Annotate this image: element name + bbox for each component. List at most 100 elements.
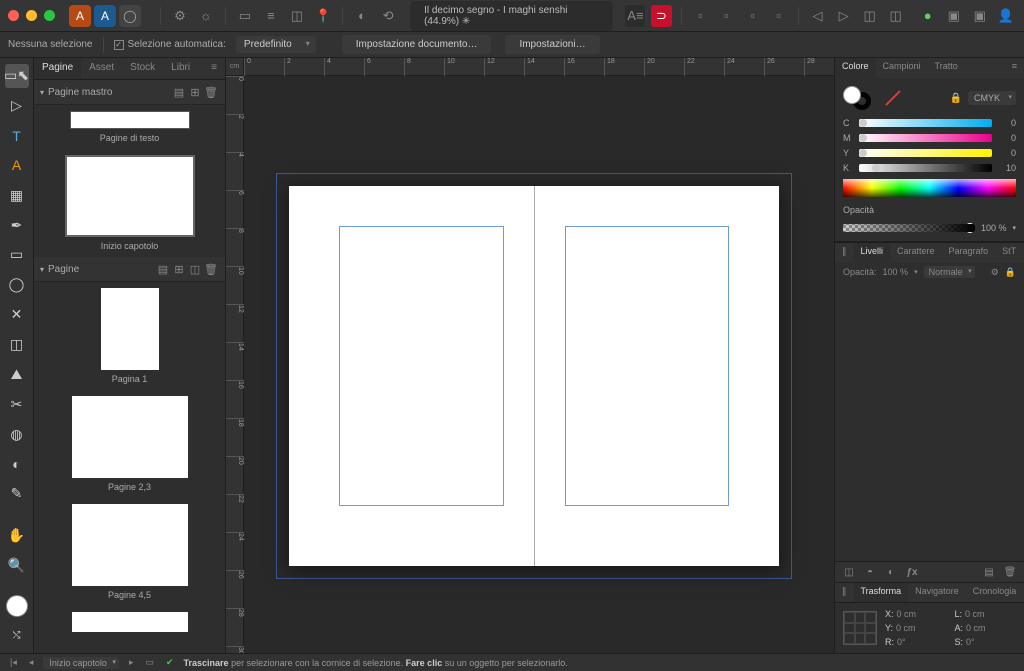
vector-crop-tool-icon[interactable]: ✂ xyxy=(5,392,29,416)
tab-asset[interactable]: Asset xyxy=(81,58,122,79)
layers-list[interactable] xyxy=(835,282,1024,502)
page-thumb-next[interactable] xyxy=(34,606,225,638)
tab-navigatore[interactable]: Navigatore xyxy=(908,583,966,602)
chevron-down-icon[interactable]: ▾ xyxy=(914,268,918,276)
tab-livelli[interactable]: Livelli xyxy=(854,243,891,262)
maximize-window[interactable] xyxy=(44,10,55,21)
page-right[interactable] xyxy=(534,186,779,566)
edit-all-icon[interactable]: ◫ xyxy=(841,565,857,579)
next-page-icon[interactable]: ▸ xyxy=(127,657,136,668)
document-setup-button[interactable]: Impostazione documento… xyxy=(342,35,492,54)
text-wrap-icon[interactable]: ▭ xyxy=(235,5,255,27)
gear-icon[interactable]: ⚙ xyxy=(991,267,999,278)
flip-h-icon[interactable]: ◁ xyxy=(808,5,828,27)
pen-tool-icon[interactable]: ✒ xyxy=(5,213,29,237)
panel-toggle-2-icon[interactable]: ▣ xyxy=(970,5,990,27)
snapping-icon[interactable]: ⊃ xyxy=(651,5,671,27)
layer-opacity-value[interactable]: 100 % xyxy=(883,267,909,277)
page-thumb-1[interactable]: Pagina 1 xyxy=(34,282,225,390)
delete-master-icon[interactable]: 🗑 xyxy=(203,84,219,100)
auto-select-checkbox[interactable]: ✓ Selezione automatica: xyxy=(114,39,226,50)
slider-y[interactable]: Y 0 xyxy=(843,148,1016,158)
spread-selector[interactable]: Inizio capotolo xyxy=(43,657,119,669)
master-pages-header[interactable]: ▾ Pagine mastro ▤ ⊞ 🗑 xyxy=(34,80,225,105)
page-props-icon[interactable]: ▤ xyxy=(155,261,171,277)
slider-k[interactable]: K 10 xyxy=(843,163,1016,173)
sync-icon[interactable]: ● xyxy=(918,5,938,27)
arrange-backward-icon[interactable]: ▫ xyxy=(716,5,736,27)
slider-m[interactable]: M 0 xyxy=(843,133,1016,143)
color-picker-tool-icon[interactable]: ✎ xyxy=(5,482,29,506)
arrange-forward-icon[interactable]: ▫ xyxy=(743,5,763,27)
artistic-text-tool-icon[interactable]: A xyxy=(5,154,29,178)
color-mode-dropdown[interactable]: CMYK xyxy=(968,91,1016,105)
color-wells[interactable] xyxy=(843,86,873,110)
place-image-tool-icon[interactable]: ⛰ xyxy=(5,362,29,386)
ruler-tab-icon[interactable]: ∥ xyxy=(835,583,854,602)
page-left[interactable] xyxy=(289,186,534,566)
arrange-back-icon[interactable]: ▫ xyxy=(690,5,710,27)
color-spectrum[interactable] xyxy=(843,179,1016,197)
photo-persona-icon[interactable]: ◯ xyxy=(119,5,141,27)
anchor-point-selector[interactable] xyxy=(843,611,877,645)
move-tool-icon[interactable]: ▭⬉ xyxy=(5,64,29,88)
page-thumb-23[interactable]: Pagine 2,3 xyxy=(34,390,225,498)
ruler-vertical[interactable]: 024681012141618202224262830 xyxy=(226,76,244,653)
page-thumb-45[interactable]: Pagine 4,5 xyxy=(34,498,225,606)
prev-page-icon[interactable]: ◂ xyxy=(27,657,36,668)
add-master-icon[interactable]: ⊞ xyxy=(187,84,203,100)
baseline-icon[interactable]: ≡ xyxy=(261,5,281,27)
sun-icon[interactable]: ☼ xyxy=(196,5,216,27)
master-thumb-2[interactable]: Inizio capotolo xyxy=(34,149,225,257)
clip-icon[interactable]: ◫ xyxy=(287,5,307,27)
mask-icon[interactable]: ◓ xyxy=(862,565,878,579)
adjust-icon[interactable]: ◐ xyxy=(883,565,899,579)
l-field[interactable]: L:0 cm xyxy=(955,609,1017,619)
tab-trasforma[interactable]: Trasforma xyxy=(854,583,909,602)
frame-text-tool-icon[interactable]: T xyxy=(5,124,29,148)
link-icon[interactable]: ⟲ xyxy=(378,5,398,27)
lock-icon[interactable]: 🔒 xyxy=(1005,267,1016,278)
preferences-button[interactable]: Impostazioni… xyxy=(505,35,599,54)
fill-well[interactable] xyxy=(843,86,861,104)
s-field[interactable]: S:0° xyxy=(955,637,1017,647)
arrange-front-icon[interactable]: ▫ xyxy=(769,5,789,27)
opacity-slider[interactable]: 100 % ▾ xyxy=(843,223,1016,233)
pin-icon[interactable]: 📍 xyxy=(313,5,333,27)
delete-layer-icon[interactable]: 🗑 xyxy=(1002,565,1018,579)
none-color-icon[interactable] xyxy=(885,90,901,106)
add-page-icon[interactable]: ⊞ xyxy=(171,261,187,277)
tab-cronologia[interactable]: Cronologia xyxy=(966,583,1024,602)
panel-menu-icon[interactable]: ≡ xyxy=(203,58,225,79)
slider-c[interactable]: C 0 xyxy=(843,118,1016,128)
x-field[interactable]: X:0 cm xyxy=(885,609,947,619)
document-title[interactable]: Il decimo segno - I maghi senshi (44.9%)… xyxy=(410,1,613,31)
tab-paragrafo[interactable]: Paragrafo xyxy=(942,243,996,262)
a-field[interactable]: A:0 cm xyxy=(955,623,1017,633)
ruler-tab-icon[interactable]: ∥ xyxy=(835,243,854,262)
transparency-tool-icon[interactable]: ◐ xyxy=(5,452,29,476)
designer-persona-icon[interactable]: A xyxy=(94,5,116,27)
view-tool-icon[interactable]: ✋ xyxy=(5,524,29,548)
panel-toggle-1-icon[interactable]: ▣ xyxy=(944,5,964,27)
tab-tratto[interactable]: Tratto xyxy=(928,58,965,78)
tab-books[interactable]: Libri xyxy=(163,58,198,79)
minimize-window[interactable] xyxy=(26,10,37,21)
ellipse-tool-icon[interactable]: ◯ xyxy=(5,273,29,297)
add-layer-icon[interactable]: ▤ xyxy=(981,565,997,579)
publisher-persona-icon[interactable]: A xyxy=(69,5,91,27)
zoom-tool-icon[interactable]: 🔍 xyxy=(5,553,29,577)
fill-tool-icon[interactable]: ◍ xyxy=(5,422,29,446)
view-mode-icon[interactable]: ▭ xyxy=(143,657,156,668)
pages-header[interactable]: ▾ Pagine ▤ ⊞ ◫ 🗑 xyxy=(34,257,225,282)
ruler-origin[interactable]: cm xyxy=(226,58,244,76)
rectangle-tool-icon[interactable]: ▭ xyxy=(5,243,29,267)
gear-icon[interactable]: ⚙ xyxy=(170,5,190,27)
prev-spread-icon[interactable]: |◂ xyxy=(8,657,19,668)
tab-colore[interactable]: Colore xyxy=(835,58,876,78)
account-icon[interactable]: 👤 xyxy=(996,5,1016,27)
tab-campioni[interactable]: Campioni xyxy=(876,58,928,78)
flip-v-icon[interactable]: ▷ xyxy=(834,5,854,27)
ungroup-icon[interactable]: ◫ xyxy=(886,5,906,27)
preflight-ok-icon[interactable]: ✔ xyxy=(164,657,176,668)
